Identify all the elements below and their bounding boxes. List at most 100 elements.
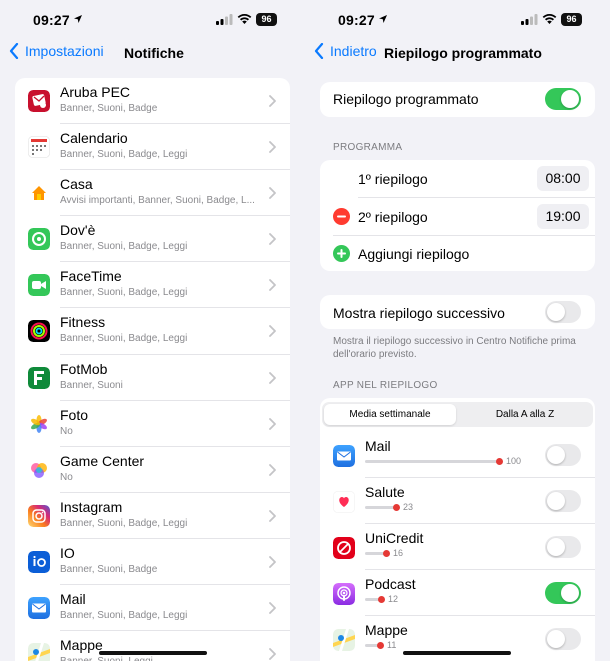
notification-count: 16 [393,548,404,558]
cellular-signal-icon [216,14,233,25]
chevron-right-icon [269,233,276,246]
notification-volume-marker [383,550,390,557]
notification-volume-bar [365,460,499,463]
home-indicator [403,651,511,655]
segment-alphabetical[interactable]: Dalla A alla Z [459,404,591,425]
chevron-left-icon [314,43,324,59]
app-notification-summary: No [60,425,73,437]
app-row[interactable]: Aruba PEC Banner, Suoni, Badge [15,78,290,125]
app-name: Mail [60,591,86,608]
chevron-right-icon [269,279,276,292]
app-row[interactable]: Instagram Banner, Suoni, Badge, Leggi [15,493,290,539]
first-summary-label: 1º riepilogo [358,171,428,187]
next-summary-toggle-row: Mostra riepilogo successivo [320,295,595,329]
toggle-knob [547,538,565,556]
app-row[interactable]: Foto No [15,401,290,447]
notification-volume-marker [393,504,400,511]
notification-count: 11 [387,640,397,650]
app-row[interactable]: Casa Avvisi importanti, Banner, Suoni, Ba… [15,170,290,217]
calendar-icon [28,136,50,159]
next-summary-toggle[interactable] [545,301,581,323]
program-card: 1º riepilogo 08:00 2º riepilogo 19:00 Ag… [320,160,595,271]
summary-app-toggle[interactable] [545,536,581,558]
cellular-signal-icon [521,14,538,25]
back-button[interactable]: Indietro [314,43,377,59]
scheduled-summary-toggle[interactable] [545,88,581,110]
second-summary-label: 2º riepilogo [358,209,428,225]
app-notification-list: Aruba PEC Banner, Suoni, Badge Calendario B… [15,78,290,661]
chevron-right-icon [269,371,276,384]
summary-app-row: Mail 100 [320,432,595,478]
notification-count: 23 [403,502,414,512]
app-notification-summary: Banner, Suoni, Badge, Leggi [60,610,188,622]
summary-app-name: Mail [365,438,391,454]
app-name: Calendario [60,130,128,147]
app-row[interactable]: Game Center No [15,447,290,493]
photos-icon [28,412,50,435]
app-row[interactable]: Dov'è Banner, Suoni, Badge, Leggi [15,216,290,263]
chevron-right-icon [269,325,276,338]
home-icon [28,182,50,205]
chevron-right-icon [269,602,276,614]
app-name: Foto [60,406,89,423]
back-label: Indietro [330,43,377,59]
status-bar: 09:27 96 [305,0,610,40]
app-name: Game Center [60,452,145,469]
scheduled-summary-toggle-row: Riepilogo programmato [320,82,595,117]
chevron-right-icon [269,95,276,107]
summary-app-row: Salute 23 [320,478,595,524]
app-row[interactable]: Mail Banner, Suoni, Badge, Leggi [15,585,290,632]
page-title: Notifiche [124,45,184,61]
maps-icon [333,629,355,651]
location-arrow-icon [74,15,82,23]
chevron-right-icon [269,141,276,153]
app-row[interactable]: IO Banner, Suoni, Badge [15,539,290,586]
navigation-bar: Impostazioni Notifiche [0,40,305,68]
status-time: 09:27 [338,12,375,28]
summary-app-toggle[interactable] [545,628,581,650]
back-button[interactable]: Impostazioni [9,43,104,59]
chevron-right-icon [269,648,276,661]
add-circle-icon [333,245,350,262]
chevron-right-icon [269,417,276,430]
app-row[interactable]: Mappe Banner, Suoni, Leggi [15,631,290,661]
notification-volume-marker [378,596,385,603]
summary-app-name: UniCredit [365,530,424,546]
toggle-knob [547,492,565,510]
second-summary-time[interactable]: 19:00 [537,204,589,229]
app-name: Mappe [60,637,103,654]
notification-volume-bar [365,506,396,509]
notification-count: 12 [388,594,399,604]
remove-circle-icon[interactable] [333,208,350,225]
chevron-left-icon [9,43,19,59]
status-time: 09:27 [33,12,70,28]
location-arrow-icon [379,15,387,23]
summary-app-toggle[interactable] [545,582,581,604]
summary-app-name: Podcast [365,576,416,592]
app-notification-summary: Avvisi importanti, Banner, Suoni, Badge,… [60,195,255,207]
app-row[interactable]: Fitness Banner, Suoni, Badge, Leggi [15,308,290,355]
add-summary-button[interactable]: Aggiungi riepilogo [320,236,595,271]
notifications-screen: 09:27 96 Impostazioni Notifiche Aruba PE… [0,0,305,661]
first-summary-time[interactable]: 08:00 [537,166,589,191]
status-bar: 09:27 96 [0,0,305,40]
chevron-right-icon [269,509,276,522]
app-notification-summary: Banner, Suoni, Badge, Leggi [60,149,188,161]
toggle-knob [561,90,579,108]
app-notification-summary: Banner, Suoni, Badge, Leggi [60,333,188,345]
notification-volume-marker [377,642,384,649]
summary-app-toggle[interactable] [545,444,581,466]
unicredit-icon [333,537,355,559]
app-row[interactable]: Calendario Banner, Suoni, Badge, Leggi [15,124,290,171]
summary-app-name: Salute [365,484,405,500]
battery-indicator: 96 [561,13,582,26]
app-notification-summary: No [60,471,73,483]
summary-app-row: Podcast 12 [320,570,595,616]
toggle-knob [547,630,565,648]
app-row[interactable]: FaceTime Banner, Suoni, Badge, Leggi [15,262,290,309]
app-row[interactable]: FotMob Banner, Suoni [15,355,290,401]
app-notification-summary: Banner, Suoni, Badge [60,103,158,114]
summary-app-toggle[interactable] [545,490,581,512]
chevron-right-icon [269,187,276,200]
segment-weekly-average[interactable]: Media settimanale [324,404,456,425]
